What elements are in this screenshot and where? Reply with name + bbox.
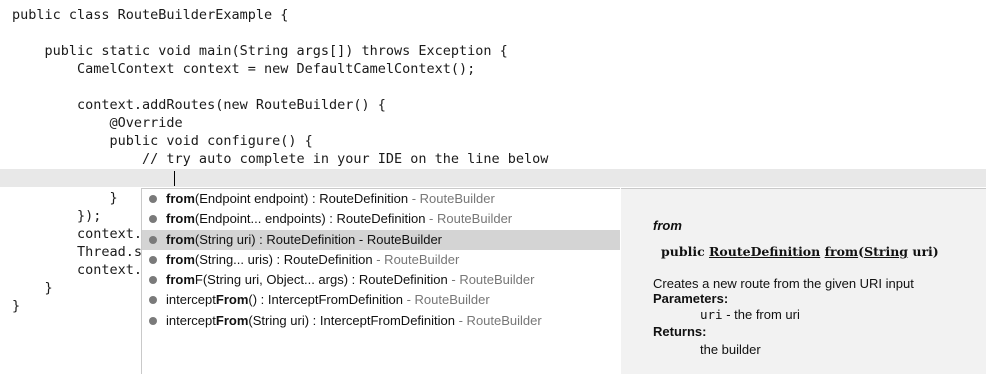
method-dot-icon — [149, 276, 157, 284]
code-line-15: context. — [12, 262, 143, 278]
item-owner: - RouteBuilder — [372, 252, 460, 267]
doc-returns-desc: the builder — [700, 342, 761, 357]
method-dot-icon — [149, 296, 157, 304]
code-line-13: context. — [12, 226, 143, 242]
code-line-1: public class RouteBuilderExample { — [12, 7, 289, 23]
code-line: // try auto complete in your IDE on the … — [0, 150, 986, 168]
code-line-17: } — [12, 298, 21, 314]
item-match: From — [215, 313, 249, 328]
completion-item-text: interceptFrom() : InterceptFromDefinitio… — [166, 290, 490, 310]
doc-description: Creates a new route from the given URI i… — [653, 276, 914, 291]
item-prefix: intercept — [166, 313, 216, 328]
item-owner: - RouteBuilder — [425, 211, 513, 226]
completion-item[interactable]: from(Endpoint endpoint) : RouteDefinitio… — [142, 189, 620, 209]
method-dot-icon — [149, 215, 157, 223]
item-owner: - RouteBuilder — [402, 292, 490, 307]
code-line: public static void main(String args[]) t… — [0, 42, 986, 60]
item-signature: (String uri) : InterceptFromDefinition — [248, 313, 455, 328]
code-line-14: Thread.s — [12, 244, 143, 260]
item-owner: - RouteBuilder — [447, 272, 535, 287]
item-match: from — [166, 272, 195, 287]
code-line-7: @Override — [12, 115, 183, 131]
sig-param: uri) — [908, 244, 939, 259]
sig-return-type-link[interactable]: RouteDefinition — [709, 244, 820, 259]
method-dot-icon — [149, 236, 157, 244]
current-code-line: from — [0, 169, 986, 222]
item-signature: (Endpoint... endpoints) : RouteDefinitio… — [194, 211, 426, 226]
code-line: public void configure() { — [0, 132, 986, 150]
completion-item[interactable]: from(Endpoint... endpoints) : RouteDefin… — [142, 209, 620, 229]
item-signature: (String... uris) : RouteDefinition — [194, 252, 373, 267]
code-line: @Override — [0, 114, 986, 132]
code-line-11: } — [12, 190, 118, 206]
completion-item-text: from(String... uris) : RouteDefinition -… — [166, 250, 459, 270]
item-signature: (Endpoint endpoint) : RouteDefinition — [194, 191, 409, 206]
completion-proposals-list[interactable]: from(Endpoint endpoint) : RouteDefinitio… — [141, 188, 620, 374]
completion-item[interactable]: fromF(String uri, Object... args) : Rout… — [142, 270, 620, 290]
doc-param: uri - the from uri — [700, 307, 800, 322]
item-match: from — [166, 232, 195, 247]
code-line: CamelContext context = new DefaultCamelC… — [0, 60, 986, 78]
completion-item-text: from(Endpoint... endpoints) : RouteDefin… — [166, 209, 512, 229]
completion-item-text: from(Endpoint endpoint) : RouteDefinitio… — [166, 189, 495, 209]
completion-item-text: from(String uri) : RouteDefinition - Rou… — [166, 230, 442, 250]
doc-param-desc: - the from uri — [722, 307, 800, 322]
method-dot-icon — [149, 195, 157, 203]
doc-signature: public RouteDefinition from(String uri) — [661, 244, 939, 259]
javadoc-hover-panel[interactable]: from public RouteDefinition from(String … — [621, 188, 986, 374]
item-owner: - RouteBuilder — [408, 191, 495, 206]
completion-item-selected[interactable]: from(String uri) : RouteDefinition - Rou… — [142, 230, 620, 250]
code-line-9: // try auto complete in your IDE on the … — [12, 151, 549, 167]
code-line-4: CamelContext context = new DefaultCamelC… — [12, 61, 476, 77]
code-line-6: context.addRoutes(new RouteBuilder() { — [12, 97, 386, 113]
code-line-8: public void configure() { — [12, 133, 313, 149]
doc-title: from — [653, 218, 682, 233]
completion-item-text: fromF(String uri, Object... args) : Rout… — [166, 270, 534, 290]
code-line-12: }); — [12, 208, 102, 224]
item-match: From — [215, 292, 249, 307]
code-line-3: public static void main(String args[]) t… — [12, 43, 508, 59]
completion-item[interactable]: interceptFrom(String uri) : InterceptFro… — [142, 311, 620, 331]
item-match: from — [166, 191, 195, 206]
text-caret — [174, 171, 175, 186]
code-line: context.addRoutes(new RouteBuilder() { — [0, 96, 986, 114]
sig-param-type-link[interactable]: String — [864, 244, 908, 259]
completion-item[interactable]: interceptFrom() : InterceptFromDefinitio… — [142, 290, 620, 310]
code-line: public class RouteBuilderExample { — [0, 6, 986, 24]
completion-item-text: interceptFrom(String uri) : InterceptFro… — [166, 311, 542, 331]
item-signature: (String uri) : RouteDefinition — [194, 232, 356, 247]
item-owner: - RouteBuilder — [355, 232, 443, 247]
method-dot-icon — [149, 256, 157, 264]
sig-modifier: public — [661, 244, 710, 259]
doc-returns-heading: Returns: — [653, 324, 707, 339]
item-prefix: intercept — [166, 292, 216, 307]
item-match: from — [166, 211, 195, 226]
code-line-16: } — [12, 280, 53, 296]
item-match: from — [166, 252, 195, 267]
sig-method-link[interactable]: from — [825, 244, 859, 259]
doc-params-heading: Parameters: — [653, 291, 729, 306]
doc-param-name: uri — [700, 307, 723, 322]
method-dot-icon — [149, 317, 157, 325]
item-owner: - RouteBuilder — [455, 313, 542, 328]
item-signature: () : InterceptFromDefinition — [248, 292, 403, 307]
completion-item[interactable]: from(String... uris) : RouteDefinition -… — [142, 250, 620, 270]
item-signature: F(String uri, Object... args) : RouteDef… — [194, 272, 448, 287]
